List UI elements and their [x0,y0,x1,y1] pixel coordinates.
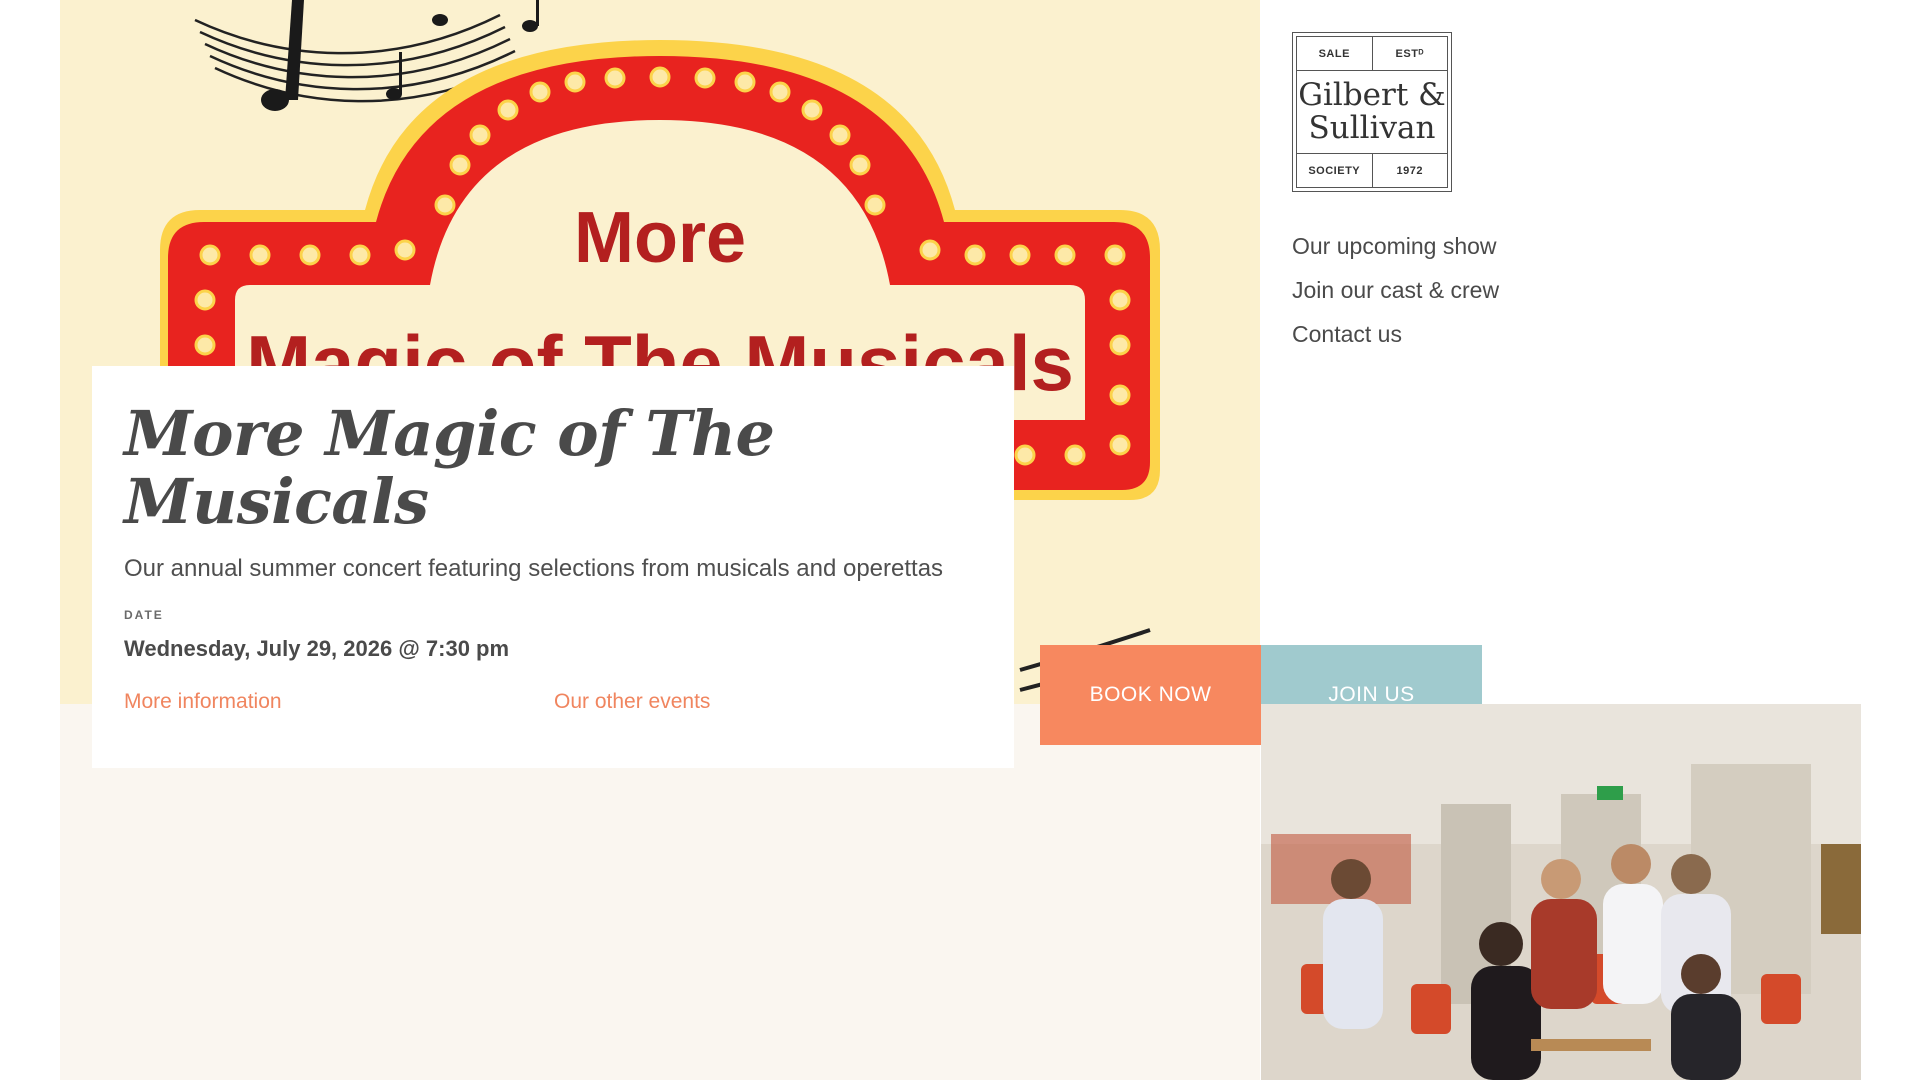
logo-name-line2: Sullivan [1308,110,1436,146]
event-title: More Magic of The Musicals [124,397,775,538]
logo-sale-text: SALE [1318,47,1350,60]
logo-bottom-row: SOCIETY 1972 [1297,153,1447,187]
group-photo-illustration [1261,704,1861,1080]
event-card: More Magic of The Musicals Our annual su… [92,366,1014,768]
marquee-word-more: More [574,198,746,278]
event-subtitle: Our annual summer concert featuring sele… [124,555,944,582]
event-date: Wednesday, July 29, 2026 @ 7:30 pm [124,636,510,661]
logo-year-text: 1972 [1371,154,1448,187]
nav-upcoming-show[interactable]: Our upcoming show [1292,224,1499,268]
nav-contact-us[interactable]: Contact us [1292,312,1499,356]
date-label: DATE [124,608,164,622]
nav-join-cast-crew[interactable]: Join our cast & crew [1292,268,1499,312]
logo-top-row: SALE ESTᴰ [1297,37,1447,71]
book-now-button[interactable]: BOOK NOW [1040,645,1261,745]
logo-est-text: ESTᴰ [1371,37,1448,70]
other-events-link[interactable]: Our other events [554,690,710,714]
logo-frame: SALE ESTᴰ Gilbert & Sullivan SOCIETY 197… [1296,36,1448,188]
event-links: More information Our other events [124,690,982,714]
logo-name: Gilbert & Sullivan [1297,71,1447,153]
rehearsal-photo [1261,704,1861,1080]
more-information-link[interactable]: More information [124,690,554,714]
logo-society-text: SOCIETY [1308,164,1361,177]
main-nav: Our upcoming show Join our cast & crew C… [1292,224,1499,356]
society-logo[interactable]: SALE ESTᴰ Gilbert & Sullivan SOCIETY 197… [1292,32,1452,192]
logo-name-line1: Gilbert & [1298,77,1446,113]
